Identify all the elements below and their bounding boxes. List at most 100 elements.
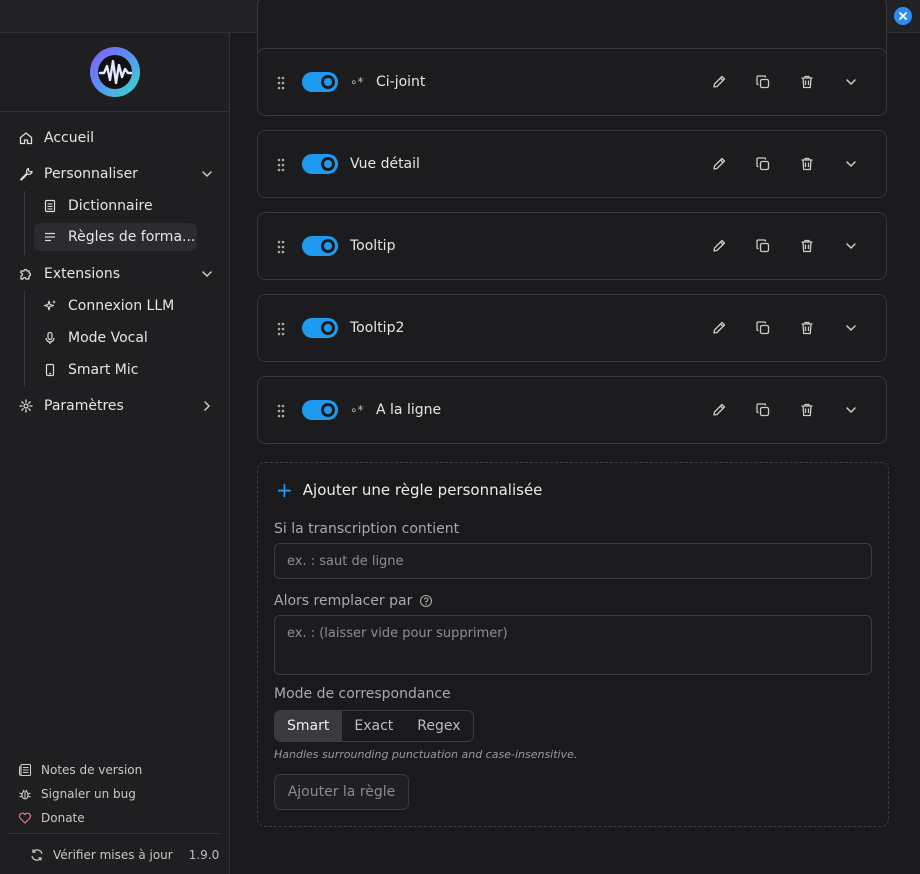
duplicate-rule-button[interactable] <box>754 73 772 91</box>
edit-rule-button[interactable] <box>710 155 728 173</box>
tree-line <box>24 191 25 255</box>
tree-line <box>24 291 25 387</box>
check-updates-label: Vérifier mises à jour <box>53 848 173 862</box>
waveform-icon <box>98 55 133 89</box>
sidebar-item-label: Connexion LLM <box>68 298 175 314</box>
add-rule-header[interactable]: + Ajouter une règle personnalisée <box>276 478 543 502</box>
delete-rule-button[interactable] <box>798 73 816 91</box>
close-button[interactable] <box>894 7 912 25</box>
refresh-icon <box>30 848 44 862</box>
sidebar-item-personnaliser[interactable]: Personnaliser <box>18 164 214 184</box>
sidebar-item-parametres[interactable]: Paramètres <box>18 396 214 416</box>
sidebar-item-smart-mic[interactable]: Smart Mic <box>42 360 138 380</box>
plus-icon: + <box>276 478 293 502</box>
rule-card: Tooltip2 <box>257 294 887 362</box>
release-notes-link[interactable]: Notes de version <box>18 763 142 777</box>
mode-option-regex[interactable]: Regex <box>405 711 472 741</box>
toggle-knob <box>321 403 335 417</box>
rule-enabled-toggle[interactable] <box>302 400 338 420</box>
expand-rule-button[interactable] <box>842 155 860 173</box>
sidebar-item-label: Paramètres <box>44 398 124 414</box>
replace-with-textarea[interactable] <box>274 615 872 675</box>
trash-icon <box>801 157 813 171</box>
regex-icon: ∘* <box>350 75 364 89</box>
gear-icon <box>18 398 34 414</box>
mode-option-smart[interactable]: Smart <box>275 711 342 741</box>
delete-rule-button[interactable] <box>798 155 816 173</box>
copy-icon <box>756 75 770 89</box>
rule-name: A la ligne <box>376 402 442 418</box>
trash-icon <box>801 321 813 335</box>
newspaper-icon <box>18 763 32 777</box>
sidebar-item-label: Smart Mic <box>68 362 139 378</box>
sidebar-item-label: Dictionnaire <box>68 198 153 214</box>
expand-rule-button[interactable] <box>842 319 860 337</box>
pencil-icon <box>713 157 726 170</box>
sidebar-item-regles-de-formatage[interactable]: Règles de forma... <box>34 223 197 251</box>
rule-card: ∘* A la ligne <box>257 376 887 444</box>
delete-rule-button[interactable] <box>798 401 816 419</box>
rule-card: Vue détail <box>257 130 887 198</box>
rule-enabled-toggle[interactable] <box>302 72 338 92</box>
help-icon[interactable] <box>419 594 433 608</box>
trash-icon <box>801 403 813 417</box>
duplicate-rule-button[interactable] <box>754 401 772 419</box>
mode-label: Mode de correspondance <box>274 686 451 702</box>
rule-enabled-toggle[interactable] <box>302 154 338 174</box>
pencil-icon <box>713 239 726 252</box>
expand-rule-button[interactable] <box>842 237 860 255</box>
sidebar-item-dictionnaire[interactable]: Dictionnaire <box>42 196 153 216</box>
edit-rule-button[interactable] <box>710 319 728 337</box>
rule-enabled-toggle[interactable] <box>302 236 338 256</box>
chevron-down-icon <box>846 325 856 332</box>
check-updates-button[interactable]: Vérifier mises à jour 1.9.0 <box>30 848 219 862</box>
match-mode-selector: Smart Exact Regex <box>274 710 474 742</box>
add-rule-title: Ajouter une règle personnalisée <box>302 481 543 499</box>
mode-option-exact[interactable]: Exact <box>341 711 405 741</box>
drag-handle-icon[interactable] <box>277 403 285 422</box>
mode-hint: Handles surrounding punctuation and case… <box>274 748 578 761</box>
trash-icon <box>801 75 813 89</box>
delete-rule-button[interactable] <box>798 319 816 337</box>
drag-handle-icon[interactable] <box>277 239 285 258</box>
rule-name: Vue détail <box>350 156 420 172</box>
expand-rule-button[interactable] <box>842 73 860 91</box>
bug-icon <box>18 787 32 801</box>
report-bug-link[interactable]: Signaler un bug <box>18 787 136 801</box>
puzzle-icon <box>18 266 34 282</box>
sidebar-item-mode-vocal[interactable]: Mode Vocal <box>42 328 148 348</box>
sidebar-item-extensions[interactable]: Extensions <box>18 264 214 284</box>
expand-rule-button[interactable] <box>842 401 860 419</box>
chevron-down-icon <box>846 243 856 250</box>
app-logo <box>90 47 140 97</box>
heart-icon <box>18 811 32 825</box>
footer-link-label: Signaler un bug <box>41 787 136 801</box>
sparkles-icon <box>42 298 58 314</box>
pencil-icon <box>713 403 726 416</box>
if-contains-input[interactable] <box>274 543 872 579</box>
book-icon <box>42 198 58 214</box>
footer-link-label: Donate <box>41 811 85 825</box>
donate-link[interactable]: Donate <box>18 811 85 825</box>
rule-enabled-toggle[interactable] <box>302 318 338 338</box>
toggle-knob <box>321 75 335 89</box>
microphone-icon <box>42 330 58 346</box>
duplicate-rule-button[interactable] <box>754 319 772 337</box>
sidebar-item-accueil[interactable]: Accueil <box>18 128 94 148</box>
sidebar-item-connexion-llm[interactable]: Connexion LLM <box>42 296 174 316</box>
edit-rule-button[interactable] <box>710 237 728 255</box>
add-rule-button[interactable]: Ajouter la règle <box>274 774 409 810</box>
copy-icon <box>756 239 770 253</box>
trash-icon <box>801 239 813 253</box>
delete-rule-button[interactable] <box>798 237 816 255</box>
rule-card: Tooltip <box>257 212 887 280</box>
sidebar-item-label: Extensions <box>44 266 121 282</box>
regex-icon: ∘* <box>350 403 364 417</box>
duplicate-rule-button[interactable] <box>754 237 772 255</box>
drag-handle-icon[interactable] <box>277 321 285 340</box>
duplicate-rule-button[interactable] <box>754 155 772 173</box>
edit-rule-button[interactable] <box>710 73 728 91</box>
edit-rule-button[interactable] <box>710 401 728 419</box>
drag-handle-icon[interactable] <box>277 157 285 176</box>
drag-handle-icon[interactable] <box>277 75 285 94</box>
